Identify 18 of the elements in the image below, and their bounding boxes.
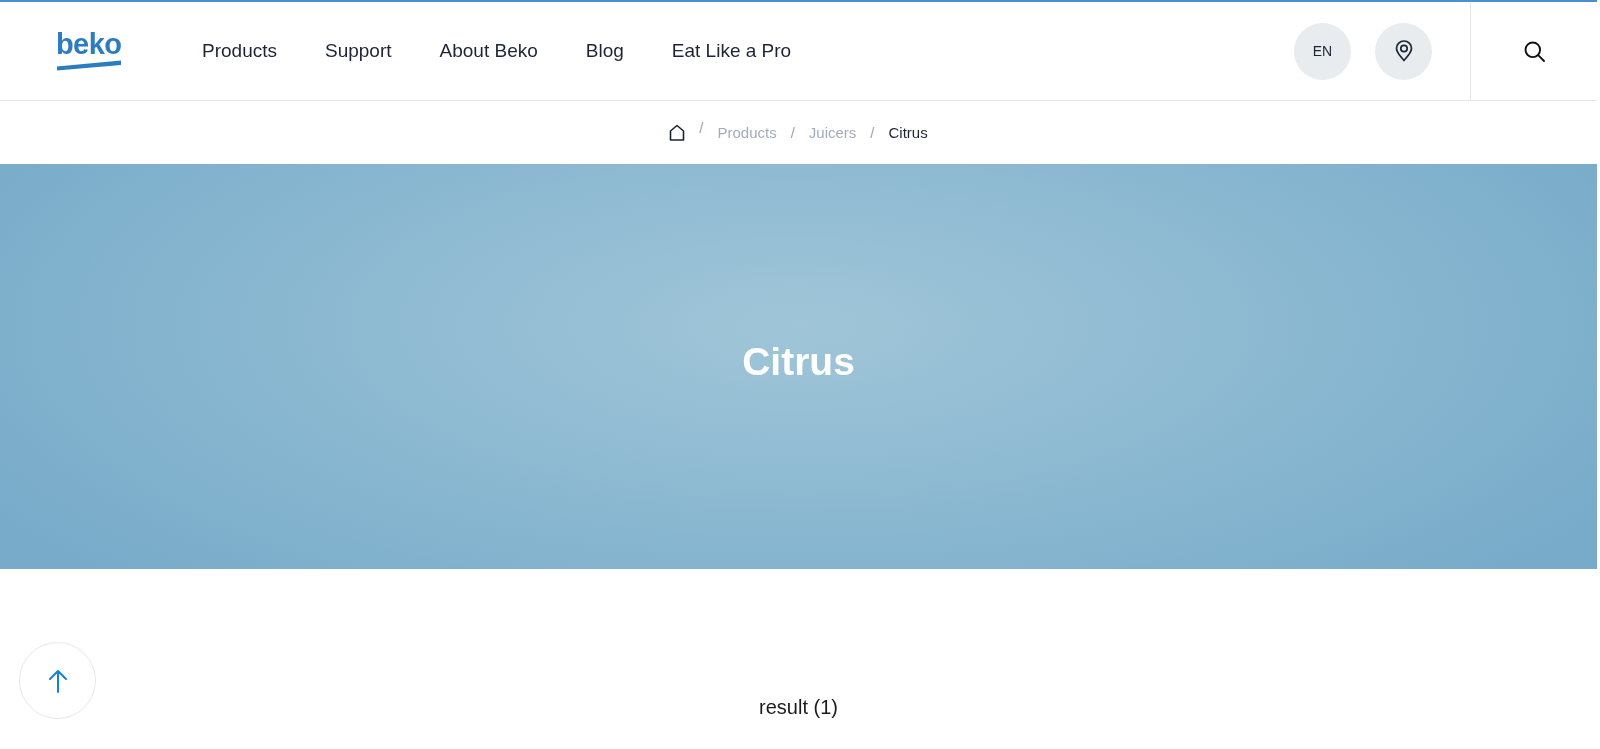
location-pin-icon bbox=[1394, 40, 1413, 62]
nav-link[interactable]: Blog bbox=[585, 36, 624, 66]
result-count: result (1) bbox=[759, 696, 838, 719]
breadcrumb-separator: / bbox=[870, 124, 875, 141]
nav-link[interactable]: Eat Like a Pro bbox=[671, 36, 792, 66]
nav-link[interactable]: Support bbox=[325, 36, 392, 66]
home-icon bbox=[669, 124, 686, 141]
search-icon bbox=[1523, 40, 1545, 62]
breadcrumb-separator: / bbox=[699, 119, 704, 136]
nav-link[interactable]: Products bbox=[202, 36, 277, 66]
logo[interactable]: beko bbox=[56, 31, 122, 71]
language-button[interactable]: EN bbox=[1294, 22, 1351, 80]
arrow-up-icon bbox=[47, 668, 68, 693]
breadcrumb-current: Citrus bbox=[888, 124, 928, 141]
home-link[interactable] bbox=[669, 124, 686, 141]
nav-link[interactable]: About Beko bbox=[439, 36, 538, 66]
page-title: Citrus bbox=[742, 339, 855, 384]
breadcrumb-separator: / bbox=[790, 124, 795, 141]
